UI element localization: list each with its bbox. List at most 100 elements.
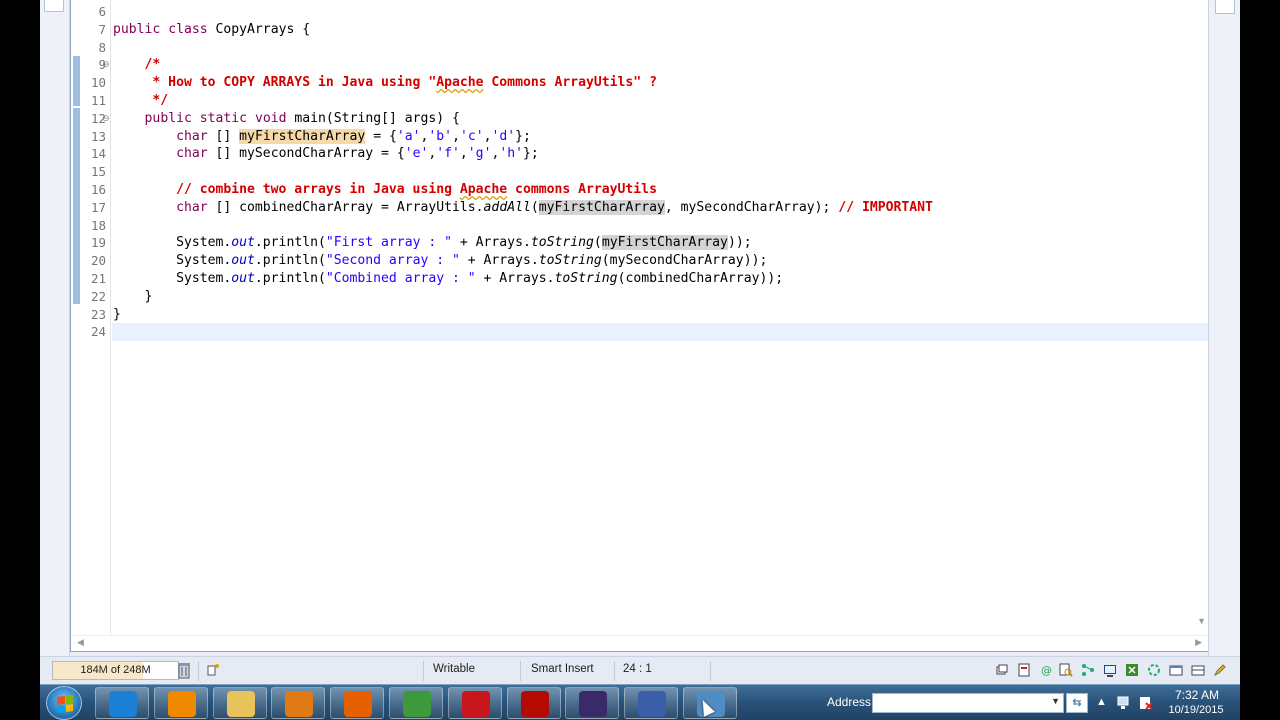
vlc-icon [167, 691, 196, 717]
code-line[interactable] [112, 3, 1208, 21]
start-button[interactable] [46, 686, 82, 720]
code-line[interactable]: System.out.println("Combined array : " +… [112, 270, 1208, 288]
pen-icon[interactable] [1213, 663, 1227, 677]
save-app-icon [638, 691, 667, 717]
media-player-icon [285, 691, 314, 717]
write-mode: Writable [433, 663, 475, 675]
taskbar-internet-explorer-button[interactable] [95, 687, 149, 719]
taskbar-acrobat-button[interactable] [506, 687, 561, 719]
scroll-down-arrow[interactable]: ▼ [1197, 616, 1206, 626]
taskbar-java-ee-ide-button[interactable] [565, 687, 620, 719]
separator [520, 661, 521, 681]
search-icon[interactable] [1059, 663, 1073, 677]
taskbar-file-explorer-button[interactable] [212, 687, 267, 719]
code-line[interactable]: } [112, 288, 1208, 306]
red-app-icon [461, 691, 490, 717]
eclipse-window: 6 7 8 9 ⊖ 10 11 12 ⊖ 13 14 15 16 17 18 19 20 21 22 23 24 pub… [40, 0, 1240, 684]
line-number: 7 [98, 21, 106, 37]
javadoc-icon[interactable] [1017, 663, 1031, 677]
taskbar-chrome-button[interactable] [389, 687, 443, 719]
scroll-right-arrow[interactable]: ▶ [1195, 637, 1202, 648]
new-fast-view-icon[interactable] [206, 663, 220, 677]
console-icon[interactable] [1103, 663, 1117, 677]
line-number: 10 [90, 75, 106, 91]
firefox-icon [344, 691, 373, 717]
java-ee-ide-icon [579, 691, 608, 717]
fold-toggle-icon[interactable]: ⊖ [102, 110, 110, 128]
code-line[interactable]: /* [112, 56, 1208, 74]
line-number: 16 [90, 182, 106, 197]
code-line[interactable]: public class CopyArrays { [112, 21, 1208, 39]
internet-explorer-icon [109, 691, 137, 717]
line-number: 8 [98, 39, 106, 55]
taskbar-vlc-button[interactable] [153, 687, 208, 719]
clock-time[interactable]: 7:32 AM [1169, 688, 1225, 702]
code-line[interactable]: char [] myFirstCharArray = {'a','b','c',… [112, 128, 1208, 146]
trash-icon[interactable] [177, 661, 191, 679]
code-line[interactable]: char [] mySecondCharArray = {'e','f','g'… [112, 145, 1208, 163]
taskbar-firefox-button[interactable] [330, 687, 385, 719]
show-hidden-icons-button[interactable]: ▲ [1096, 696, 1107, 708]
file-explorer-icon [226, 691, 255, 717]
fold-toggle-icon[interactable]: ⊖ [102, 56, 110, 74]
action-center-icon[interactable] [1138, 695, 1154, 711]
line-number: 24 [90, 324, 106, 340]
horizontal-scrollbar[interactable]: ◀ ▶ [71, 635, 1208, 651]
code-line[interactable]: } [112, 306, 1208, 324]
insert-mode: Smart Insert [531, 663, 594, 675]
taskbar-media-player-button[interactable] [271, 687, 326, 719]
line-number: 18 [90, 217, 106, 233]
cursor-position: 24 : 1 [623, 663, 652, 675]
scroll-left-arrow[interactable]: ◀ [77, 637, 84, 648]
network-icon[interactable] [1116, 695, 1132, 711]
code-line[interactable]: public static void main(String[] args) { [112, 110, 1208, 128]
code-line[interactable] [112, 217, 1208, 235]
line-number: 6 [98, 4, 106, 19]
line-number: 11 [90, 93, 106, 108]
line-number: 20 [90, 253, 106, 269]
separator [198, 661, 199, 681]
taskbar-save-app-button[interactable] [624, 687, 679, 719]
line-number: 13 [90, 128, 106, 144]
restore-outline-button[interactable] [1215, 0, 1235, 14]
line-number: 21 [90, 271, 106, 286]
maximize-view-icon[interactable] [1191, 663, 1205, 677]
cascade-icon[interactable] [995, 663, 1009, 677]
heap-status[interactable]: 184M of 248M [52, 661, 179, 680]
code-area[interactable]: public class CopyArrays { /* * How to CO… [112, 0, 1208, 636]
restore-view-button[interactable] [44, 0, 64, 12]
code-line[interactable]: * How to COPY ARRAYS in Java using "Apac… [112, 74, 1208, 92]
address-input[interactable]: ▼ [872, 693, 1064, 713]
declaration-icon[interactable]: @ [1039, 663, 1053, 677]
problems-icon[interactable] [1125, 663, 1139, 677]
go-button[interactable]: ⇆ [1066, 693, 1088, 713]
separator [710, 661, 711, 681]
progress-icon[interactable] [1147, 663, 1161, 677]
code-line[interactable]: */ [112, 92, 1208, 110]
left-trim-bar [40, 0, 70, 656]
line-number: 14 [90, 146, 106, 162]
windows-taskbar: Address ▼ ⇆ ▲ 7:32 AM 10/19/2015 [40, 684, 1240, 720]
minimize-view-icon[interactable] [1169, 663, 1183, 677]
java-editor[interactable]: 6 7 8 9 ⊖ 10 11 12 ⊖ 13 14 15 16 17 18 19 20 21 22 23 24 pub… [70, 0, 1209, 652]
clock-date[interactable]: 10/19/2015 [1162, 704, 1230, 716]
line-number: 15 [90, 164, 106, 180]
code-line[interactable]: char [] combinedCharArray = ArrayUtils.a… [112, 199, 1208, 217]
chrome-icon [403, 691, 431, 717]
code-line[interactable]: System.out.println("First array : " + Ar… [112, 234, 1208, 252]
acrobat-icon [520, 691, 549, 717]
separator [423, 661, 424, 681]
line-number: 23 [90, 306, 106, 322]
status-bar: 184M of 248M Writable Smart Insert 24 : … [40, 656, 1240, 684]
line-number: 22 [90, 288, 106, 304]
hierarchy-icon[interactable] [1081, 663, 1095, 677]
code-line[interactable]: // combine two arrays in Java using Apac… [112, 181, 1208, 199]
code-line[interactable]: System.out.println("Second array : " + A… [112, 252, 1208, 270]
taskbar-red-app-button[interactable] [447, 687, 502, 719]
line-number: 17 [90, 199, 106, 215]
current-code-line[interactable] [112, 323, 1208, 342]
code-line[interactable] [112, 39, 1208, 57]
code-line[interactable] [112, 163, 1208, 181]
dropdown-arrow-icon[interactable]: ▼ [1051, 696, 1060, 706]
windows-logo-icon [57, 695, 73, 713]
